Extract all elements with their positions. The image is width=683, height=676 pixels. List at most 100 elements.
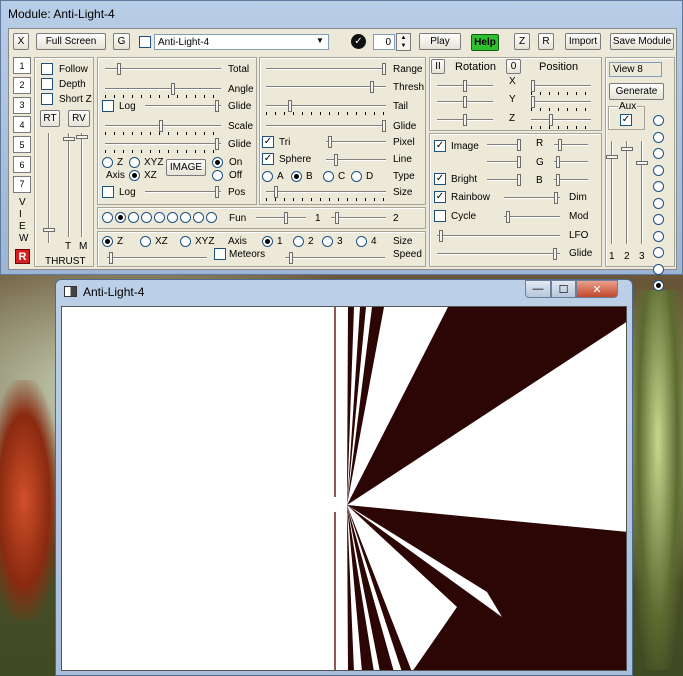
cycle-checkbox[interactable] bbox=[434, 210, 446, 222]
fun-radio-5[interactable] bbox=[154, 212, 165, 223]
mod-slider-thumb[interactable] bbox=[506, 211, 510, 223]
glide2-slider-thumb[interactable] bbox=[215, 138, 219, 150]
counter-spinner[interactable]: ▲ ▼ bbox=[396, 33, 411, 51]
axisrow-speed1-slider[interactable] bbox=[107, 252, 207, 264]
view-radio-1[interactable] bbox=[653, 115, 664, 126]
pos-y-slider-thumb[interactable] bbox=[531, 96, 535, 108]
total-slider-thumb[interactable] bbox=[117, 63, 121, 75]
g-slider-thumb[interactable] bbox=[556, 156, 560, 168]
view-tab-6[interactable]: 6 bbox=[13, 156, 31, 173]
r-button[interactable]: R bbox=[538, 33, 554, 50]
range-slider-thumb[interactable] bbox=[382, 63, 386, 75]
pos-slider-thumb[interactable] bbox=[215, 186, 219, 198]
image-checkbox[interactable]: ✓ bbox=[434, 140, 446, 152]
rot-x-slider-thumb[interactable] bbox=[463, 80, 467, 92]
axis-z-radio[interactable] bbox=[102, 157, 113, 168]
size-3-radio[interactable] bbox=[322, 236, 333, 247]
r-slider-thumb[interactable] bbox=[558, 139, 562, 151]
dim-slider-thumb[interactable] bbox=[554, 192, 558, 204]
play-button[interactable]: Play bbox=[419, 33, 461, 50]
type-a-radio[interactable] bbox=[262, 171, 273, 182]
view-radio-6[interactable] bbox=[653, 197, 664, 209]
angle-slider[interactable] bbox=[105, 83, 221, 98]
size-col2-slider[interactable] bbox=[266, 186, 386, 201]
view-slider-3-thumb[interactable] bbox=[636, 161, 648, 165]
axisrow-speed1-slider-thumb[interactable] bbox=[109, 252, 113, 264]
module-enable-checkbox[interactable] bbox=[139, 36, 151, 48]
depth-checkbox[interactable] bbox=[41, 78, 53, 90]
axisrow-z-radio[interactable] bbox=[102, 236, 113, 247]
view-radio-5[interactable] bbox=[653, 181, 664, 192]
view-tab-5[interactable]: 5 bbox=[13, 136, 31, 154]
m-slider[interactable] bbox=[76, 133, 88, 237]
tail-slider-thumb[interactable] bbox=[288, 100, 292, 112]
rotation-zero-button[interactable]: 0 bbox=[506, 59, 521, 74]
color-c-slider-thumb[interactable] bbox=[517, 174, 521, 186]
thresh-slider[interactable] bbox=[266, 81, 386, 93]
axisrow-xyz-radio[interactable] bbox=[180, 236, 191, 247]
module-select[interactable]: Anti-Light-4 ▼ bbox=[154, 34, 329, 50]
fun-radio-6[interactable] bbox=[167, 212, 178, 223]
rot-z-slider-thumb[interactable] bbox=[463, 114, 467, 126]
view-radio-4[interactable] bbox=[653, 164, 664, 176]
fun-radio-3[interactable] bbox=[128, 212, 139, 223]
color-a-slider[interactable] bbox=[487, 139, 521, 151]
shortz-checkbox[interactable] bbox=[41, 93, 53, 105]
help-button[interactable]: Help bbox=[471, 34, 499, 51]
view-radio-2[interactable] bbox=[653, 131, 664, 143]
pos-x-slider[interactable] bbox=[531, 80, 591, 95]
angle-slider-thumb[interactable] bbox=[171, 83, 175, 95]
rot-y-slider-thumb[interactable] bbox=[463, 96, 467, 108]
dim-slider[interactable] bbox=[504, 192, 560, 204]
speed-slider[interactable] bbox=[285, 252, 385, 264]
thresh-slider-thumb[interactable] bbox=[370, 81, 374, 93]
minimize-button[interactable]: — bbox=[525, 280, 551, 298]
scale-slider[interactable] bbox=[105, 120, 221, 135]
b-slider[interactable] bbox=[554, 174, 588, 186]
thrust-slider-thumb[interactable] bbox=[43, 228, 55, 232]
clock-check-icon[interactable]: ✓ bbox=[351, 34, 366, 49]
sphere-checkbox[interactable]: ✓ bbox=[262, 153, 274, 165]
view-radio-9[interactable] bbox=[653, 247, 664, 258]
r-slider[interactable] bbox=[554, 139, 588, 151]
size-1-radio[interactable] bbox=[262, 236, 273, 247]
axisrow-xz-radio[interactable] bbox=[140, 236, 151, 247]
generate-button[interactable]: Generate bbox=[609, 83, 664, 100]
fun2-slider-thumb[interactable] bbox=[335, 212, 339, 224]
pos-z-slider-thumb[interactable] bbox=[549, 114, 553, 126]
color-b-slider-thumb[interactable] bbox=[517, 156, 521, 168]
rt-button[interactable]: RT bbox=[40, 110, 60, 127]
view-slider-2-thumb[interactable] bbox=[621, 147, 633, 151]
speed-slider-thumb[interactable] bbox=[289, 252, 293, 264]
color-a-slider-thumb[interactable] bbox=[517, 139, 521, 151]
type-c-radio[interactable] bbox=[323, 171, 334, 182]
line-slider[interactable] bbox=[326, 154, 386, 166]
counter-input[interactable]: 0 bbox=[373, 34, 395, 50]
size-4-radio[interactable] bbox=[356, 236, 367, 247]
view-name-field[interactable]: View 8 bbox=[609, 62, 662, 77]
tail-slider[interactable] bbox=[266, 100, 386, 115]
g-button[interactable]: G bbox=[113, 33, 130, 50]
thrust-slider[interactable] bbox=[43, 133, 55, 243]
view-tab-2[interactable]: 2 bbox=[13, 76, 31, 94]
z-button[interactable]: Z bbox=[514, 33, 530, 50]
axis-xz-radio[interactable] bbox=[129, 170, 140, 181]
glide2-slider[interactable] bbox=[105, 138, 221, 153]
type-d-radio[interactable] bbox=[351, 171, 362, 182]
total-slider[interactable] bbox=[105, 63, 221, 75]
maximize-button[interactable]: ☐ bbox=[551, 280, 576, 298]
fun-radio-7[interactable] bbox=[180, 212, 191, 223]
color-b-slider[interactable] bbox=[487, 156, 521, 168]
off-radio[interactable] bbox=[212, 170, 223, 181]
pos-y-slider[interactable] bbox=[531, 96, 591, 111]
view-tab-7[interactable]: 7 bbox=[13, 175, 31, 193]
spin-up-icon[interactable]: ▲ bbox=[397, 34, 410, 42]
fun-radio-2[interactable] bbox=[115, 212, 126, 223]
glide-col2-slider-thumb[interactable] bbox=[382, 120, 386, 132]
view-radio-11[interactable] bbox=[653, 280, 664, 291]
r-logo-icon[interactable]: R bbox=[15, 249, 30, 264]
import-button[interactable]: Import bbox=[565, 33, 601, 50]
view-radio-10[interactable] bbox=[653, 263, 664, 275]
t-slider[interactable] bbox=[63, 133, 75, 237]
x-button[interactable]: X bbox=[13, 33, 29, 50]
